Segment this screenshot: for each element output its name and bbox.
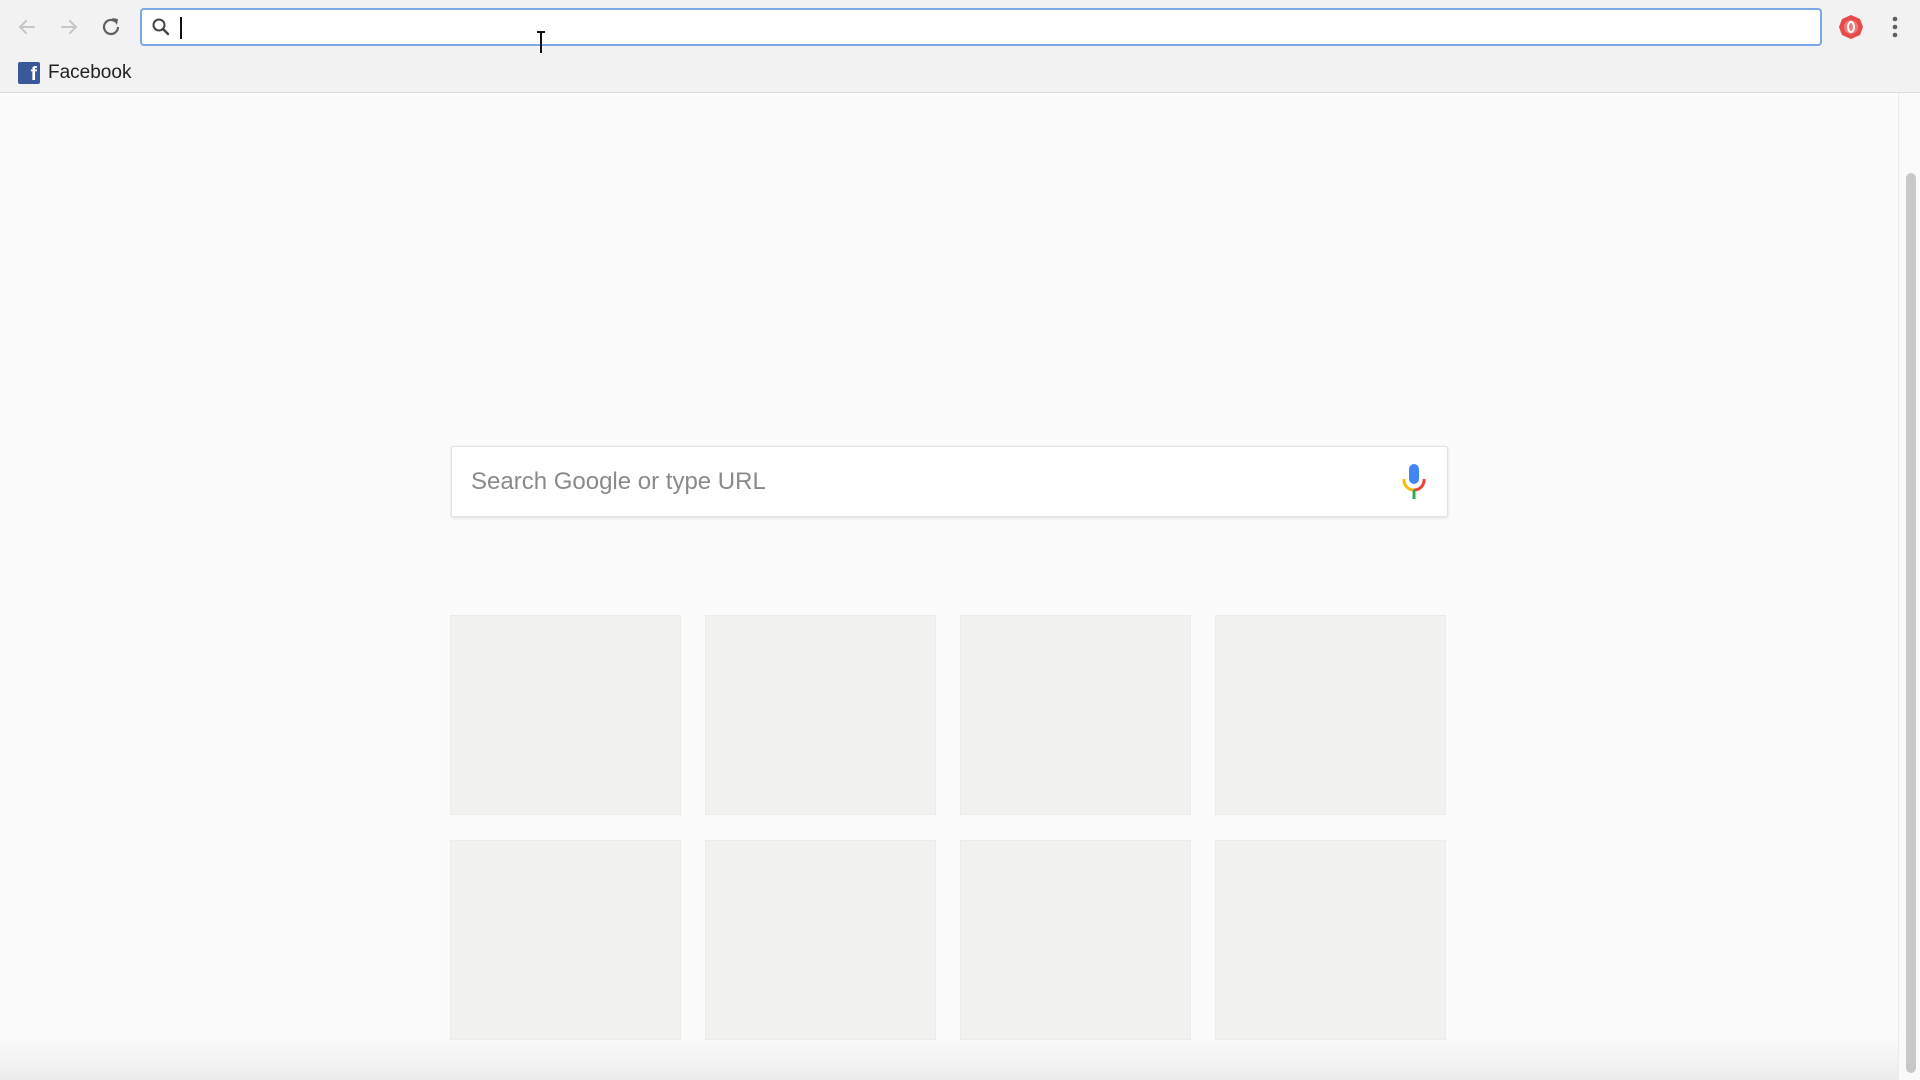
address-bar[interactable] (140, 8, 1822, 55)
search-box[interactable]: Search Google or type URL (451, 446, 1448, 517)
bottom-fade (0, 1035, 1898, 1080)
tile-placeholder[interactable] (1215, 840, 1446, 1040)
search-placeholder: Search Google or type URL (471, 467, 766, 495)
tile-placeholder[interactable] (450, 840, 681, 1040)
tile-placeholder[interactable] (960, 840, 1191, 1040)
tile-placeholder[interactable] (705, 840, 936, 1040)
back-button[interactable] (12, 12, 42, 42)
bookmarks-bar: f Facebook (0, 53, 1920, 93)
extension-badge-icon[interactable] (1838, 14, 1864, 40)
tile-placeholder[interactable] (450, 615, 681, 815)
tile-placeholder[interactable] (960, 615, 1191, 815)
browser-toolbar (0, 0, 1920, 55)
tile-placeholder[interactable] (1215, 615, 1446, 815)
scrollbar[interactable] (1898, 93, 1920, 1080)
kebab-menu-icon[interactable] (1880, 12, 1910, 42)
forward-button[interactable] (54, 12, 84, 42)
facebook-icon: f (18, 62, 40, 85)
text-caret (180, 17, 182, 39)
bookmark-label: Facebook (48, 62, 132, 83)
arrow-right-icon (61, 20, 78, 34)
microphone-icon[interactable] (1399, 462, 1429, 502)
bookmark-facebook[interactable]: f Facebook (18, 59, 131, 87)
new-tab-page (0, 93, 1898, 1080)
reload-icon (102, 18, 120, 36)
tile-placeholder[interactable] (705, 615, 936, 815)
reload-button[interactable] (96, 12, 126, 42)
address-input[interactable] (178, 12, 1820, 42)
arrow-left-icon (18, 20, 35, 34)
scrollbar-thumb[interactable] (1906, 173, 1916, 1073)
search-icon (150, 16, 172, 38)
